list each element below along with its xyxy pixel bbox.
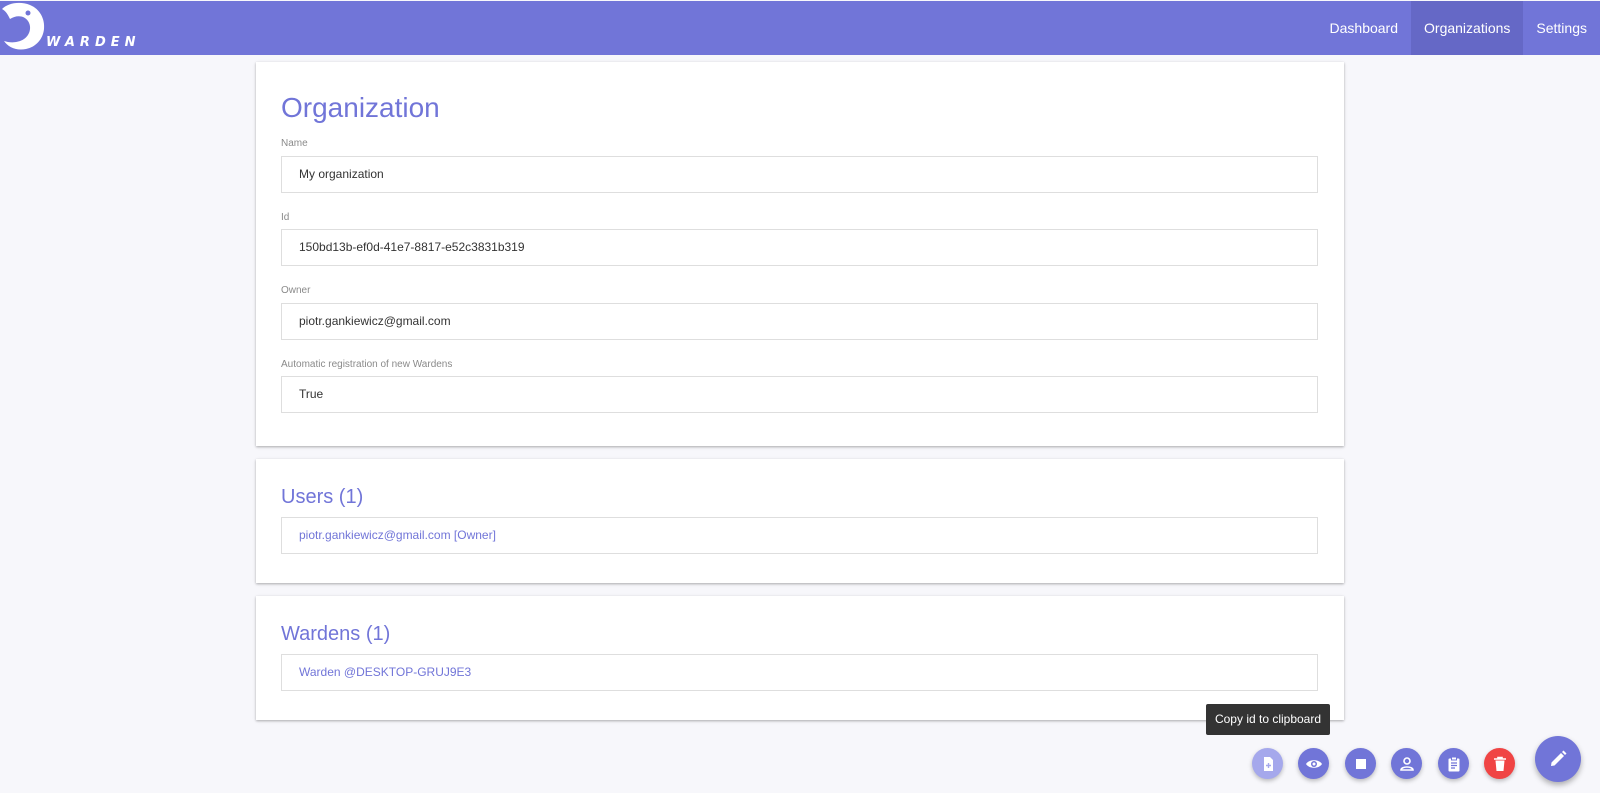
id-field[interactable]: 150bd13b-ef0d-41e7-8817-e52c3831b319 [281,229,1318,266]
organization-card: Organization Name My organization Id 150… [256,62,1344,446]
users-button[interactable] [1391,748,1422,779]
nav-settings[interactable]: Settings [1523,1,1600,55]
edit-button[interactable] [1535,736,1581,782]
eye-icon [1305,759,1322,768]
stop-button[interactable] [1345,748,1376,779]
warden-logo[interactable]: WARDEN [0,1,140,55]
wardens-title: Wardens (1) [281,623,391,645]
user-list-item[interactable]: piotr.gankiewicz@gmail.com [Owner] [281,517,1318,554]
main-nav: Dashboard Organizations Settings [1317,1,1600,55]
view-button[interactable] [1298,748,1329,779]
name-label: Name [281,138,308,149]
copy-id-button[interactable] [1252,748,1283,779]
nav-dashboard[interactable]: Dashboard [1317,1,1412,55]
owl-logo-icon [2,2,45,50]
clipboard-button[interactable] [1438,748,1469,779]
trash-icon [1493,756,1506,771]
users-title: Users (1) [281,486,364,508]
wardens-card: Wardens (1) Warden @DESKTOP-GRUJ9E3 [256,596,1344,720]
top-navbar: WARDEN Dashboard Organizations Settings [0,1,1600,55]
file-plus-icon [1263,756,1273,771]
users-card: Users (1) piotr.gankiewicz@gmail.com [Ow… [256,459,1344,583]
id-label: Id [281,212,290,223]
copy-id-tooltip: Copy id to clipboard [1206,704,1330,735]
owner-label: Owner [281,285,311,296]
brand-name: WARDEN [46,35,141,50]
pencil-icon [1551,750,1567,766]
owner-field[interactable]: piotr.gankiewicz@gmail.com [281,303,1318,340]
auto-registration-label: Automatic registration of new Wardens [281,359,453,370]
name-field[interactable]: My organization [281,156,1318,193]
auto-registration-field[interactable]: True [281,376,1318,413]
clipboard-icon [1448,756,1459,771]
page-title: Organization [281,92,440,123]
warden-list-item[interactable]: Warden @DESKTOP-GRUJ9E3 [281,654,1318,691]
stop-icon [1355,758,1366,769]
nav-organizations[interactable]: Organizations [1411,1,1524,55]
delete-button[interactable] [1484,748,1515,779]
person-icon [1399,756,1414,771]
